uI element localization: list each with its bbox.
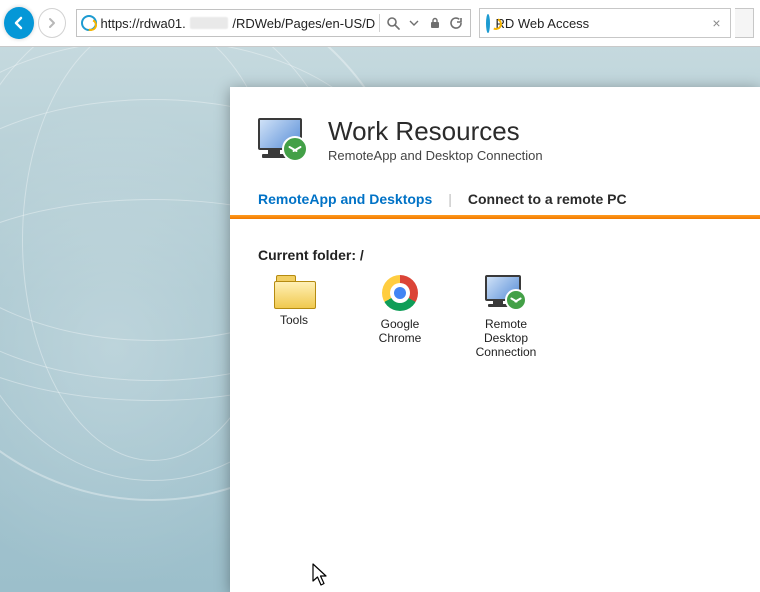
address-bar[interactable]: https://rdwa01. /RDWeb/Pages/en-US/D [76, 9, 471, 37]
page-title: Work Resources [328, 117, 543, 146]
refresh-icon[interactable] [448, 14, 465, 32]
tab-remoteapp[interactable]: RemoteApp and Desktops [258, 191, 432, 207]
ie-icon [486, 16, 490, 31]
app-tools[interactable]: Tools [256, 275, 332, 360]
forward-button[interactable] [38, 8, 66, 38]
address-url-redacted [190, 17, 229, 29]
tab-separator: | [448, 191, 452, 207]
app-remote-desktop-connection[interactable]: Remote Desktop Connection [468, 275, 544, 360]
content-card: Work Resources RemoteApp and Desktop Con… [230, 87, 760, 592]
apps-grid: Tools Google Chrome Remote Desktop Conne… [230, 267, 760, 360]
dropdown-icon[interactable] [405, 14, 422, 32]
card-header: Work Resources RemoteApp and Desktop Con… [230, 87, 760, 175]
app-google-chrome[interactable]: Google Chrome [362, 275, 438, 360]
close-tab-icon[interactable]: × [710, 16, 724, 30]
address-url-start: https://rdwa01. [101, 16, 186, 31]
app-label: Google Chrome [362, 317, 438, 346]
remoteapp-logo-icon [258, 118, 310, 162]
address-divider [379, 14, 380, 32]
rdc-icon [485, 275, 527, 311]
lock-icon[interactable] [427, 14, 444, 32]
search-icon[interactable] [384, 14, 401, 32]
address-url-rest: /RDWeb/Pages/en-US/D [232, 16, 375, 31]
current-folder-label: Current folder: / [230, 219, 760, 267]
ie-icon [81, 15, 97, 31]
browser-chrome: https://rdwa01. /RDWeb/Pages/en-US/D RD … [0, 0, 760, 47]
new-tab-button[interactable] [735, 8, 755, 38]
page-subtitle: RemoteApp and Desktop Connection [328, 148, 543, 163]
nav-tabs: RemoteApp and Desktops | Connect to a re… [230, 175, 760, 215]
app-label: Remote Desktop Connection [468, 317, 544, 360]
tab-connect-remote-pc[interactable]: Connect to a remote PC [468, 191, 627, 207]
page-viewport: Work Resources RemoteApp and Desktop Con… [0, 47, 760, 592]
app-label: Tools [256, 313, 332, 327]
chrome-icon [382, 275, 418, 311]
back-button[interactable] [4, 7, 34, 39]
browser-tab[interactable]: RD Web Access × [479, 8, 731, 38]
tab-title: RD Web Access [496, 16, 704, 31]
folder-icon [274, 275, 314, 307]
